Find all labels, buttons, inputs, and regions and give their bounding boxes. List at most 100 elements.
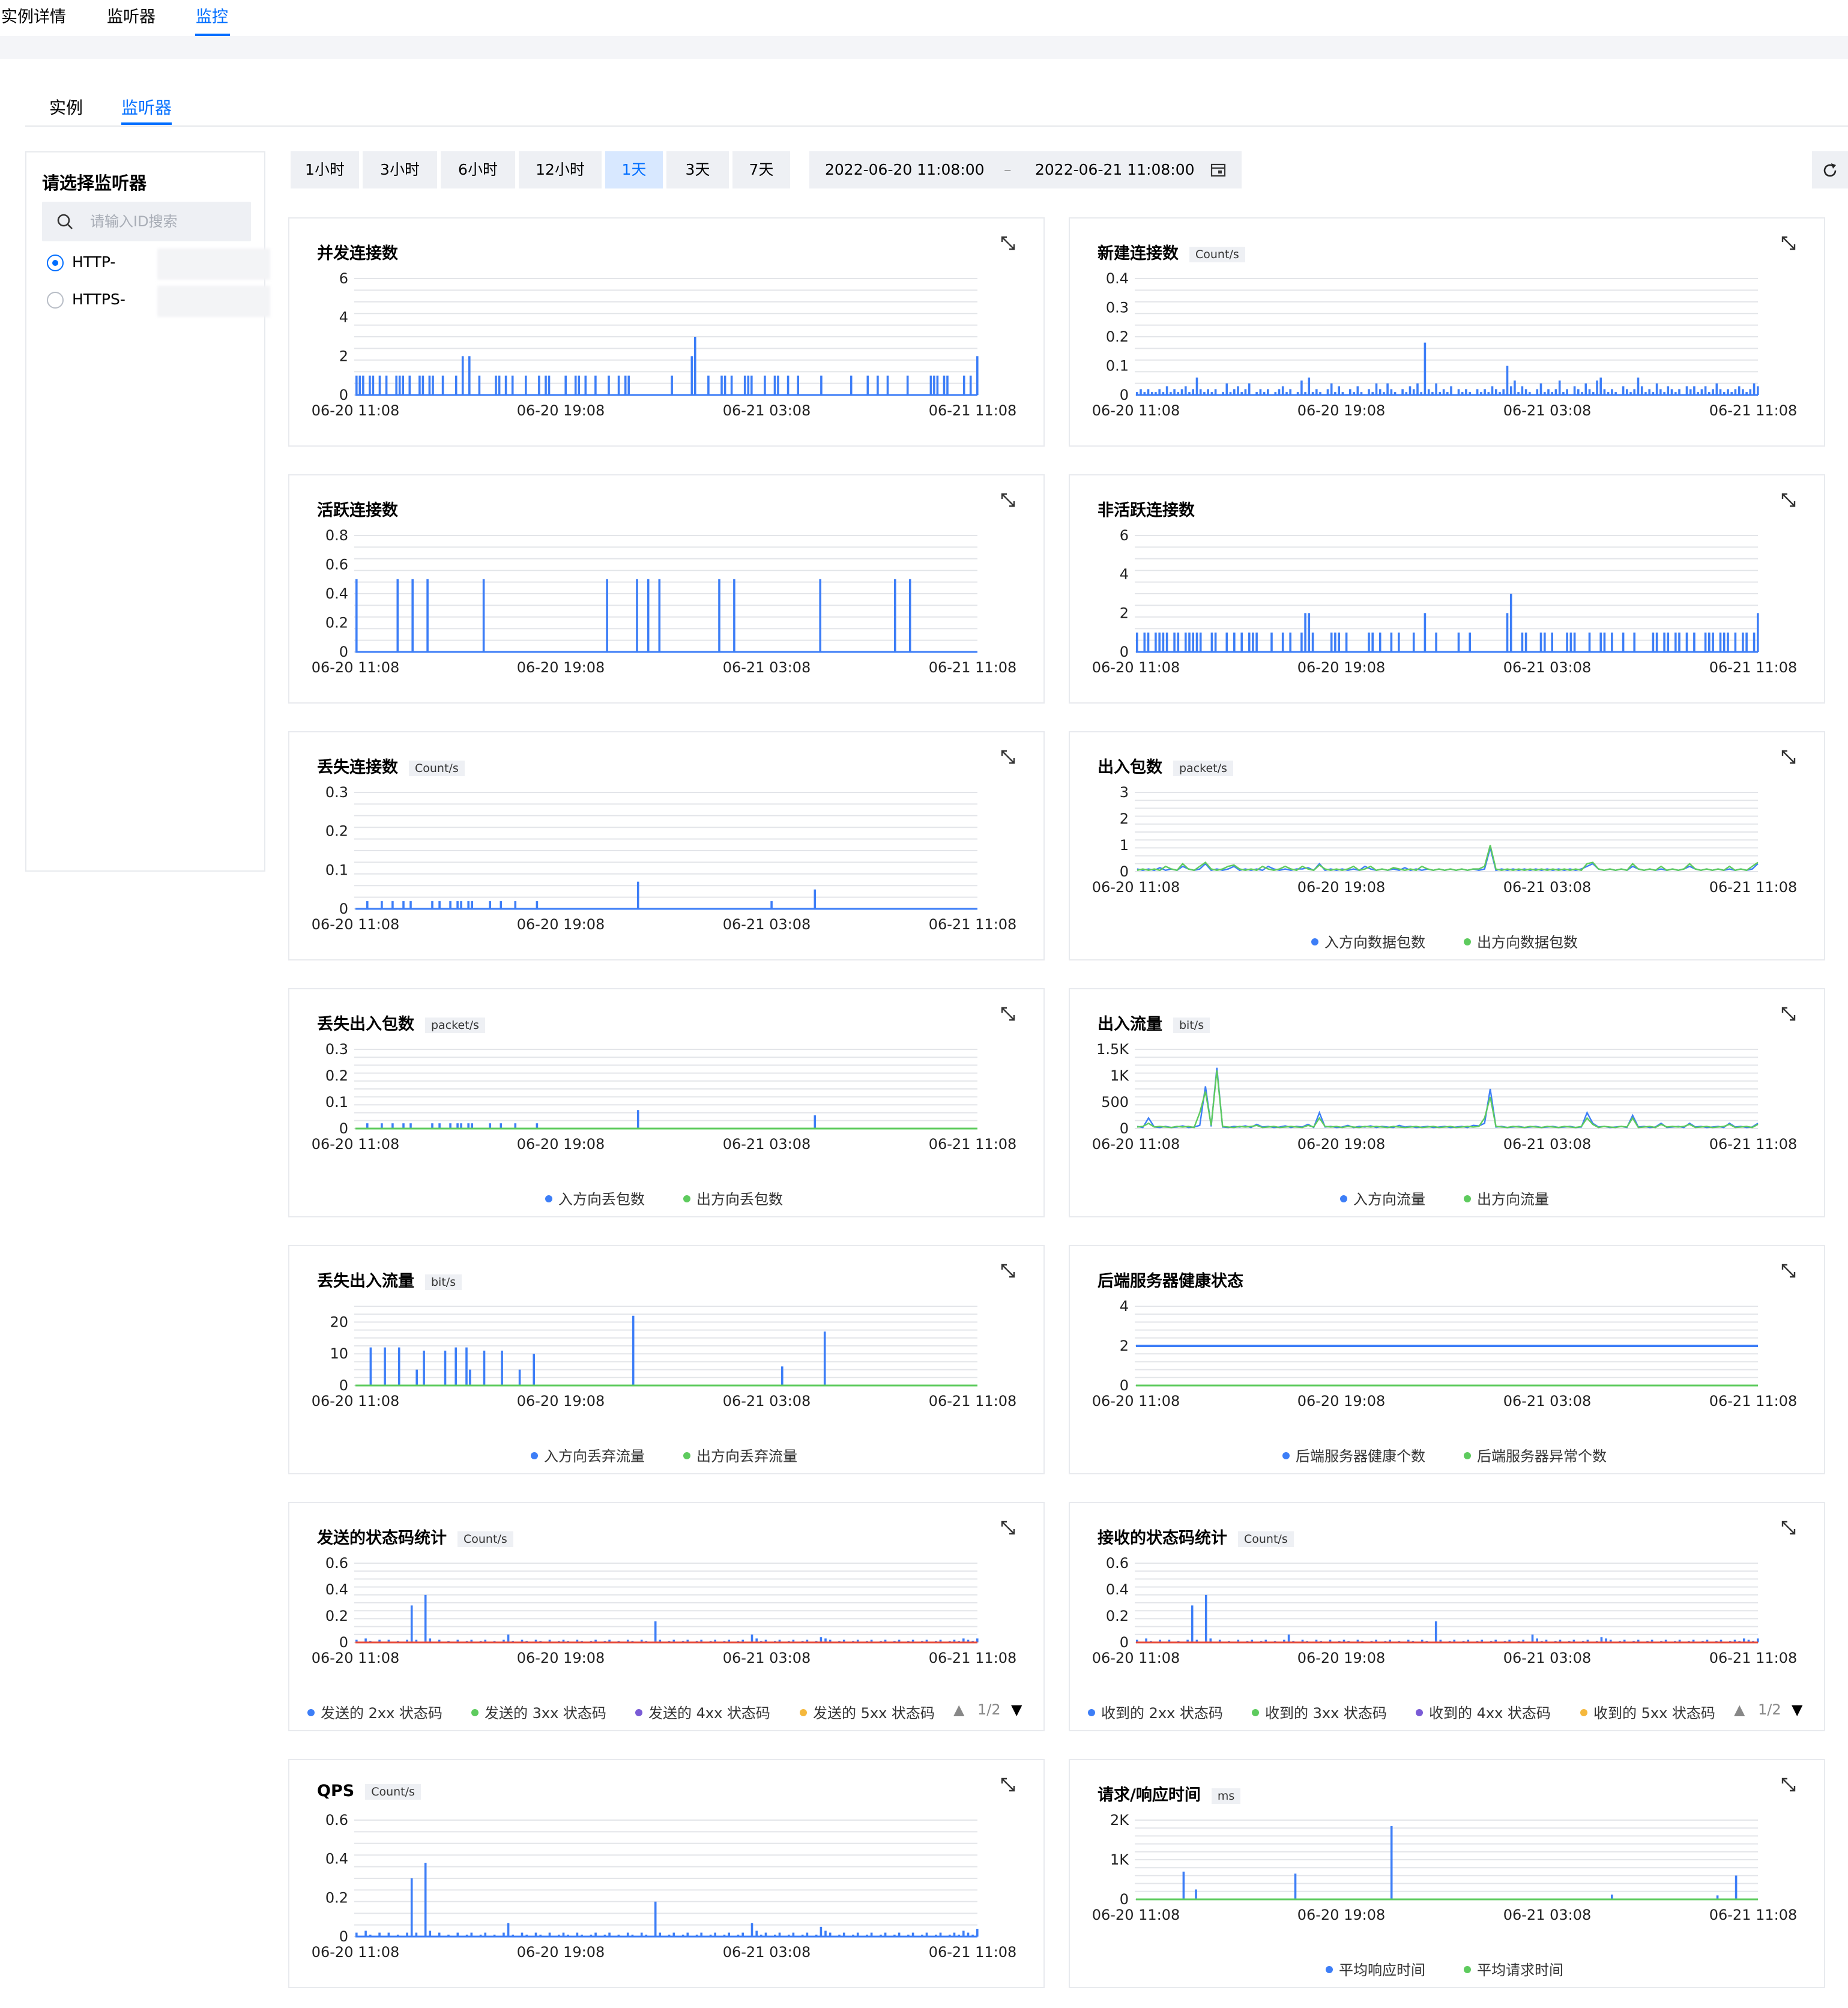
legend-item[interactable]: 入方向丢包数 <box>545 1187 645 1208</box>
bar <box>1248 383 1251 395</box>
bar <box>976 1929 979 1937</box>
subtab-instance[interactable]: 实例 <box>49 95 83 119</box>
tab-monitoring[interactable]: 监控 <box>196 4 228 27</box>
date-range-picker[interactable]: 2022-06-20 11:08:00 – 2022-06-21 11:08:0… <box>809 151 1242 188</box>
time-button-1h[interactable]: 1小时 <box>291 151 359 188</box>
bar <box>1539 632 1542 652</box>
legend-item[interactable]: 收到的 5xx 状态码 <box>1580 1701 1715 1722</box>
bar <box>1394 392 1397 395</box>
legend-item[interactable]: 入方向丢弃流量 <box>531 1444 645 1465</box>
time-button-1d[interactable]: 1天 <box>605 151 663 188</box>
bar <box>700 1932 702 1937</box>
bar <box>958 1934 960 1937</box>
refresh-button[interactable] <box>1812 151 1848 188</box>
y-tick-label: 0.6 <box>1106 1555 1129 1572</box>
legend-item[interactable]: 出方向流量 <box>1464 1187 1549 1208</box>
legend-item[interactable]: 入方向数据包数 <box>1311 930 1425 951</box>
calendar-icon[interactable] <box>1210 162 1226 178</box>
listener-search-input[interactable] <box>90 202 246 241</box>
time-button-3h[interactable]: 3小时 <box>363 151 437 188</box>
bar <box>1749 389 1752 395</box>
y-tick-label: 0.3 <box>325 784 348 801</box>
radio-selected[interactable] <box>47 255 64 271</box>
legend-next-icon[interactable]: ▼ <box>1792 1701 1802 1718</box>
bar <box>1158 632 1161 652</box>
bar <box>1281 632 1284 652</box>
redacted-id <box>157 286 270 317</box>
x-tick-label: 06-21 11:08 <box>929 402 1017 419</box>
legend-label: 收到的 4xx 状态码 <box>1429 1705 1551 1722</box>
bar <box>824 1931 827 1937</box>
legend-label: 平均请求时间 <box>1477 1962 1563 1979</box>
bar <box>465 1347 468 1385</box>
bar <box>1622 632 1625 652</box>
bar <box>1551 632 1553 652</box>
chart-legend: 入方向丢包数 出方向丢包数 <box>289 1187 1043 1209</box>
chart-card: 丢失连接数 Count/s 0.3 0.2 0.1 0 06-20 11:08 06-20 1… <box>288 731 1045 960</box>
bar <box>1155 632 1157 652</box>
bar <box>1401 389 1404 395</box>
time-button-7d[interactable]: 7天 <box>732 151 790 188</box>
tab-instance-details[interactable]: 实例详情 <box>1 4 66 27</box>
bar <box>1383 392 1385 395</box>
x-tick-label: 06-21 03:08 <box>1503 1907 1592 1923</box>
bar <box>423 1350 425 1385</box>
legend-item[interactable]: 入方向流量 <box>1340 1187 1425 1208</box>
listener-item-https[interactable]: HTTPS- <box>44 286 270 317</box>
bar <box>1204 1594 1207 1642</box>
listener-item-http[interactable]: HTTP- <box>44 249 270 280</box>
bar <box>1588 632 1591 652</box>
y-tick-label: 0 <box>1120 644 1129 660</box>
x-tick-label: 06-20 11:08 <box>312 402 400 419</box>
bar <box>631 1934 634 1937</box>
legend-item[interactable]: 出方向丢弃流量 <box>683 1444 797 1465</box>
legend-item[interactable]: 发送的 4xx 状态码 <box>635 1701 770 1722</box>
bar <box>884 1932 887 1937</box>
bar <box>707 375 710 395</box>
x-tick-label: 06-21 11:08 <box>929 1393 1017 1410</box>
tab-listeners[interactable]: 监听器 <box>107 4 156 27</box>
y-tick-label: 0.3 <box>1106 300 1129 316</box>
bar <box>755 1931 758 1937</box>
bar <box>1626 389 1628 395</box>
bar <box>1398 632 1400 652</box>
bar <box>428 375 431 395</box>
legend-item[interactable]: 后端服务器健康个数 <box>1282 1444 1425 1465</box>
bar <box>1544 392 1546 395</box>
legend-next-icon[interactable]: ▼ <box>1011 1701 1022 1718</box>
legend-item[interactable]: 后端服务器异常个数 <box>1464 1444 1607 1465</box>
y-tick-label: 0 <box>1120 863 1129 880</box>
legend-item[interactable]: 出方向数据包数 <box>1464 930 1578 951</box>
time-button-3d[interactable]: 3天 <box>666 151 729 188</box>
legend-item[interactable]: 收到的 4xx 状态码 <box>1416 1701 1551 1722</box>
bar <box>548 375 551 395</box>
bar <box>1390 1826 1393 1899</box>
bar <box>1378 632 1381 652</box>
subtab-listener[interactable]: 监听器 <box>121 95 172 119</box>
chart-card: 活跃连接数 0.8 0.6 0.4 0.2 0 06-20 11:08 06-20 19:08… <box>288 474 1045 704</box>
y-tick-label: 1 <box>1120 837 1129 854</box>
time-button-6h[interactable]: 6小时 <box>441 151 515 188</box>
bar <box>1465 389 1467 395</box>
x-tick-label: 06-21 11:08 <box>929 1136 1017 1153</box>
legend-item[interactable]: 收到的 2xx 状态码 <box>1088 1701 1223 1722</box>
legend-item[interactable]: 发送的 2xx 状态码 <box>307 1701 442 1722</box>
chart-legend: 收到的 2xx 状态码 收到的 3xx 状态码 收到的 4xx 状态码 收到的 5xx… <box>1070 1701 1824 1723</box>
bar <box>760 1934 762 1937</box>
legend-prev-icon[interactable]: ▲ <box>1734 1701 1745 1718</box>
legend-item[interactable]: 收到的 3xx 状态码 <box>1252 1701 1387 1722</box>
legend-item[interactable]: 平均请求时间 <box>1464 1958 1563 1979</box>
bar <box>1162 392 1165 395</box>
legend-label: 发送的 5xx 状态码 <box>813 1705 935 1722</box>
legend-item[interactable]: 平均响应时间 <box>1326 1958 1425 1979</box>
legend-dot <box>1464 1195 1471 1202</box>
legend-item[interactable]: 发送的 5xx 状态码 <box>800 1701 935 1722</box>
radio-unselected[interactable] <box>47 292 64 309</box>
bar <box>820 1926 823 1937</box>
legend-prev-icon[interactable]: ▲ <box>953 1701 964 1718</box>
bar <box>1633 389 1635 395</box>
time-button-12h[interactable]: 12小时 <box>519 151 602 188</box>
legend-item[interactable]: 出方向丢包数 <box>683 1187 783 1208</box>
bar <box>1180 389 1183 395</box>
legend-item[interactable]: 发送的 3xx 状态码 <box>471 1701 606 1722</box>
